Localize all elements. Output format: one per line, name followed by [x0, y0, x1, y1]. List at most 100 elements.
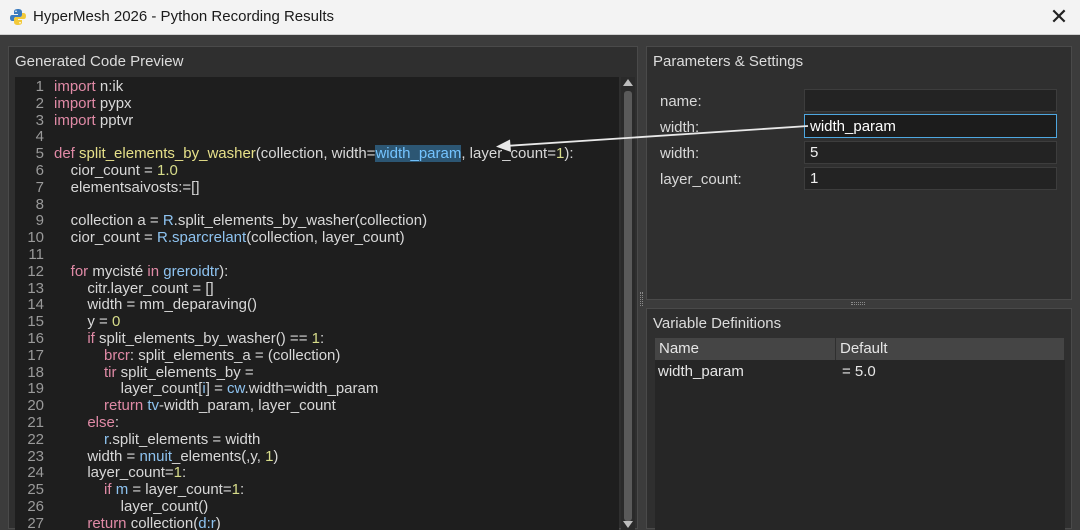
line-number: 22 — [27, 430, 44, 448]
vertical-splitter[interactable] — [640, 292, 643, 306]
scroll-up-icon[interactable] — [623, 79, 633, 86]
code-editor[interactable]: 1 import n:ik 2 import pypx 3 import pptvr 4 5 d… — [15, 77, 619, 530]
vertical-scrollbar[interactable] — [621, 77, 635, 530]
code-text: layer_count=1: — [54, 464, 187, 482]
variable-definitions-title: Variable Definitions — [653, 315, 782, 332]
code-line: 2 import pypx — [15, 95, 619, 112]
code-line: 18 tir split_elements_by = — [15, 364, 619, 381]
line-number: 25 — [27, 481, 44, 499]
code-text: width = nnuit_elements(,y, 1) — [54, 447, 279, 465]
code-line: 15 y = 0 — [15, 313, 619, 330]
line-number: 9 — [35, 212, 44, 230]
variables-table: Name Default width_param = 5.0 — [655, 338, 1065, 530]
code-text: for mycisté in greroidtr): — [70, 262, 229, 280]
line-number: 2 — [35, 94, 44, 112]
param-label-layer-count: layer_count: — [660, 171, 742, 188]
code-text: layer_count() — [54, 498, 209, 515]
code-line: 10 cior_count = R.sparcrelant(collection… — [15, 229, 619, 246]
code-line: 1 import n:ik — [15, 78, 619, 95]
line-number: 7 — [35, 178, 44, 196]
code-line: 8 — [15, 196, 619, 213]
line-number: 6 — [35, 162, 44, 179]
line-number: 20 — [27, 397, 44, 415]
code-line: 16 if split_elements_by_washer() == 1: — [15, 330, 619, 347]
code-line: 6 cior_count = 1.0 — [15, 162, 619, 179]
parameters-title: Parameters & Settings — [653, 53, 804, 70]
code-line: 23 width = nnuit_elements(,y, 1) — [15, 448, 619, 465]
variable-default-cell[interactable]: = 5.0 — [842, 362, 876, 382]
horizontal-splitter[interactable] — [851, 302, 865, 305]
column-header-default[interactable]: Default — [836, 338, 1065, 360]
window-title: HyperMesh 2026 - Python Recording Result… — [33, 8, 334, 25]
code-text: return collection(d:r) — [87, 514, 221, 530]
title-bar: HyperMesh 2026 - Python Recording Result… — [0, 0, 1080, 35]
scroll-down-icon[interactable] — [623, 521, 633, 528]
line-number: 16 — [27, 330, 44, 347]
code-text: citr.layer_count = [] — [54, 279, 214, 297]
code-text: import n:ik — [54, 78, 124, 95]
code-line: 9 collection a = R.split_elements_by_was… — [15, 212, 619, 229]
code-line: 26 layer_count() — [15, 498, 619, 515]
code-text: r.split_elements = width — [104, 430, 261, 448]
scroll-thumb[interactable] — [624, 91, 632, 521]
code-line: 13 citr.layer_count = [] — [15, 280, 619, 297]
width-param-field[interactable] — [804, 114, 1057, 138]
close-icon[interactable]: ✕ — [1046, 4, 1072, 30]
variable-definitions-panel: Variable Definitions Name Default width_… — [646, 308, 1072, 530]
code-text: y = 0 — [54, 313, 121, 331]
code-line: 25 if m = layer_count=1: — [15, 481, 619, 498]
code-text: if m = layer_count=1: — [104, 481, 245, 499]
line-number: 17 — [27, 346, 44, 364]
line-number: 8 — [35, 195, 44, 213]
code-text: def split_elements_by_washer(collection,… — [54, 145, 574, 163]
line-number: 23 — [27, 447, 44, 465]
code-line: 24 layer_count=1: — [15, 464, 619, 481]
line-number: 11 — [28, 246, 44, 263]
param-label-width: width: — [660, 119, 700, 136]
width-value-field[interactable] — [804, 141, 1057, 164]
line-number: 14 — [27, 296, 44, 314]
line-number: 19 — [27, 380, 44, 398]
code-line: 3 import pptvr — [15, 112, 619, 129]
line-number: 3 — [35, 111, 44, 129]
code-text: brcr: split_elements_a = (collection) — [104, 346, 341, 364]
code-line: 4 — [15, 128, 619, 145]
code-text: return tv-width_param, layer_count — [104, 397, 336, 415]
code-text: cior_count = R.sparcrelant(collection, l… — [54, 229, 405, 247]
layer-count-field[interactable] — [804, 167, 1057, 190]
code-text: import pypx — [54, 94, 132, 112]
code-text: elementsaivosts:=[] — [54, 178, 200, 196]
line-number: 15 — [27, 313, 44, 331]
line-number: 21 — [27, 414, 44, 431]
line-number: 27 — [27, 514, 44, 530]
line-number: 13 — [27, 279, 44, 297]
code-line: 22 r.split_elements = width — [15, 431, 619, 448]
code-text: layer_count[i] = cw.width=width_param — [54, 380, 379, 398]
param-label-name: name: — [660, 93, 702, 110]
code-line: 20 return tv-width_param, layer_count — [15, 397, 619, 414]
name-field[interactable] — [804, 89, 1057, 112]
line-number: 18 — [27, 363, 44, 381]
line-number: 26 — [27, 498, 44, 515]
param-label-width-value: width: — [660, 145, 700, 162]
code-line: 19 layer_count[i] = cw.width=width_param — [15, 380, 619, 397]
code-line: 7 elementsaivosts:=[] — [15, 179, 619, 196]
code-text: import pptvr — [54, 111, 134, 129]
code-preview-title: Generated Code Preview — [15, 53, 184, 70]
code-line: 11 — [15, 246, 619, 263]
variable-name-cell[interactable]: width_param — [658, 362, 744, 382]
code-text: else: — [87, 414, 120, 431]
code-line: 12 for mycisté in greroidtr): — [15, 263, 619, 280]
line-number: 12 — [27, 262, 44, 280]
code-text: collection a = R.split_elements_by_washe… — [54, 212, 428, 230]
line-number: 1 — [35, 78, 44, 95]
line-number: 10 — [27, 229, 44, 247]
python-logo-icon — [10, 9, 26, 25]
code-line: 14 width = mm_deparaving() — [15, 296, 619, 313]
column-header-name[interactable]: Name — [655, 338, 836, 360]
line-number: 5 — [35, 145, 44, 163]
code-text: cior_count = 1.0 — [54, 162, 178, 179]
line-number: 24 — [27, 464, 44, 482]
code-preview-panel: Generated Code Preview 1 import n:ik 2 impo… — [8, 46, 638, 530]
code-text: if split_elements_by_washer() == 1: — [87, 330, 325, 347]
